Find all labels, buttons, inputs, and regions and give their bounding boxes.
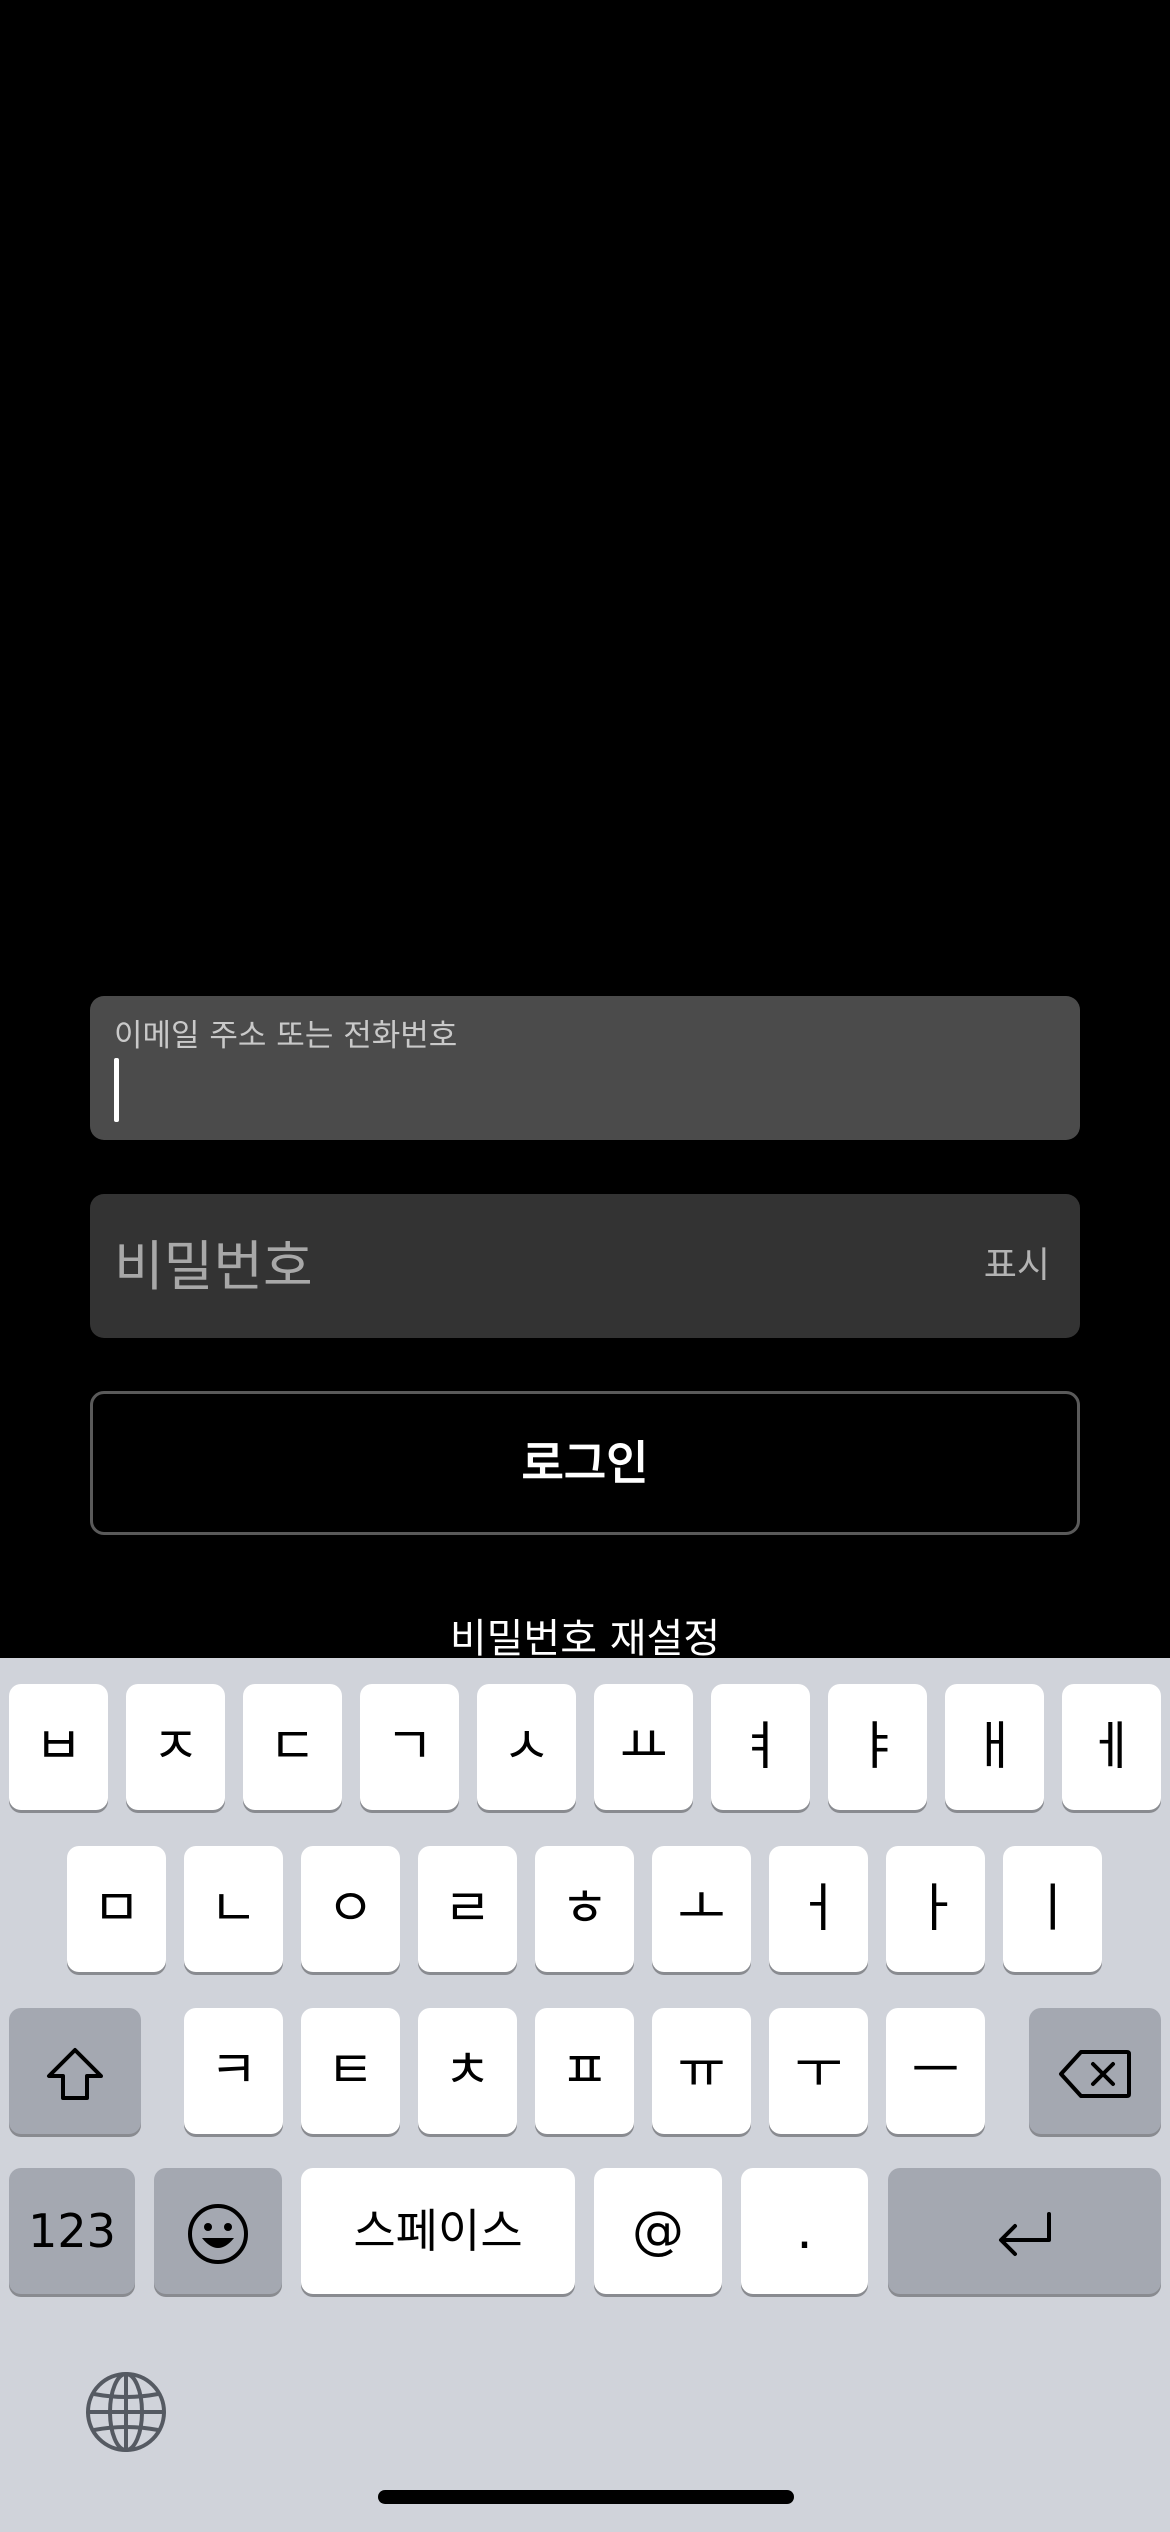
- key[interactable]: ㄱ: [360, 1684, 459, 1810]
- password-input[interactable]: [114, 1194, 934, 1338]
- email-input[interactable]: [114, 1056, 1054, 1122]
- key[interactable]: ㅕ: [711, 1684, 810, 1810]
- key[interactable]: ㅗ: [652, 1846, 751, 1972]
- email-field-label: 이메일 주소 또는 전화번호: [114, 1018, 458, 1054]
- globe-icon[interactable]: [84, 2370, 168, 2454]
- login-button[interactable]: 로그인: [90, 1391, 1080, 1535]
- key[interactable]: ㅔ: [1062, 1684, 1161, 1810]
- key[interactable]: ㅑ: [828, 1684, 927, 1810]
- key[interactable]: ㅋ: [184, 2008, 283, 2134]
- delete-key[interactable]: [1029, 2008, 1161, 2134]
- return-icon: [998, 2212, 1051, 2256]
- emoji-icon: [188, 2204, 248, 2264]
- key[interactable]: ㅓ: [769, 1846, 868, 1972]
- period-key[interactable]: .: [741, 2168, 868, 2294]
- key[interactable]: ㅎ: [535, 1846, 634, 1972]
- email-field[interactable]: 이메일 주소 또는 전화번호: [90, 996, 1080, 1140]
- key[interactable]: ㅂ: [9, 1684, 108, 1810]
- at-key[interactable]: @: [594, 2168, 722, 2294]
- home-indicator: [378, 2490, 794, 2504]
- keyboard: ㅂ ㅈ ㄷ ㄱ ㅅ ㅛ ㅕ ㅑ ㅐ ㅔ ㅁ ㄴ ㅇ ㄹ ㅎ ㅗ ㅓ ㅏ ㅣ ㅋ …: [0, 1658, 1170, 2532]
- key[interactable]: ㅏ: [886, 1846, 985, 1972]
- numbers-key[interactable]: 123: [9, 2168, 135, 2294]
- key[interactable]: ㅐ: [945, 1684, 1044, 1810]
- key[interactable]: ㅈ: [126, 1684, 225, 1810]
- emoji-key[interactable]: [154, 2168, 282, 2294]
- password-field[interactable]: 표시: [90, 1194, 1080, 1338]
- key[interactable]: ㄹ: [418, 1846, 517, 1972]
- key[interactable]: ㅁ: [67, 1846, 166, 1972]
- backspace-icon: [1059, 2050, 1131, 2098]
- key[interactable]: ㅣ: [1003, 1846, 1102, 1972]
- key[interactable]: ㅡ: [886, 2008, 985, 2134]
- reset-password-link[interactable]: 비밀번호 재설정: [0, 1606, 1170, 1664]
- login-screen: 이메일 주소 또는 전화번호 표시 로그인 비밀번호 재설정 ㅂ ㅈ ㄷ ㄱ ㅅ…: [0, 0, 1170, 2532]
- key[interactable]: ㅠ: [652, 2008, 751, 2134]
- return-key[interactable]: [888, 2168, 1161, 2294]
- key[interactable]: ㅊ: [418, 2008, 517, 2134]
- key[interactable]: ㅍ: [535, 2008, 634, 2134]
- shift-key[interactable]: [9, 2008, 141, 2134]
- key[interactable]: ㅛ: [594, 1684, 693, 1810]
- key[interactable]: ㄷ: [243, 1684, 342, 1810]
- space-key[interactable]: 스페이스: [301, 2168, 575, 2294]
- key[interactable]: ㅌ: [301, 2008, 400, 2134]
- key[interactable]: ㅜ: [769, 2008, 868, 2134]
- key[interactable]: ㅅ: [477, 1684, 576, 1810]
- text-cursor: [114, 1058, 119, 1122]
- key[interactable]: ㄴ: [184, 1846, 283, 1972]
- show-password-button[interactable]: 표시: [984, 1194, 1050, 1338]
- shift-icon: [47, 2048, 103, 2100]
- key[interactable]: ㅇ: [301, 1846, 400, 1972]
